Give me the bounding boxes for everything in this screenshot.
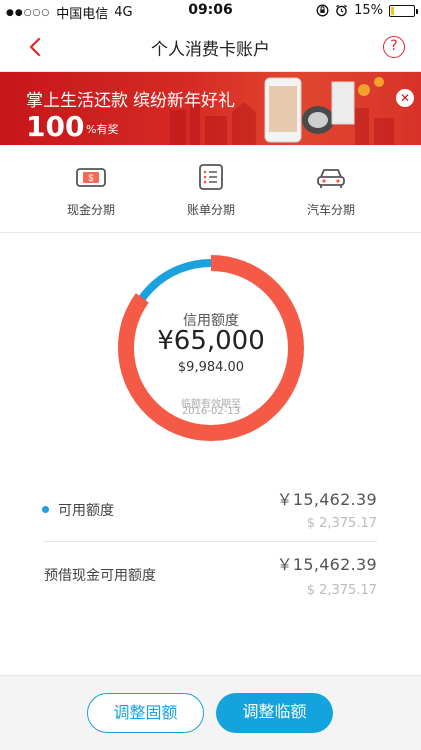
quick-menu-cash-installment[interactable]: $ 现金分期 (41, 163, 141, 218)
alarm-icon (336, 4, 347, 17)
quick-menu-label: 账单分期 (186, 203, 235, 217)
banner-headline-1: 掌上生活还款 (26, 91, 128, 111)
temporary-limit-amount: $9,984.00 (177, 360, 245, 375)
available-credit-row: 可用额度 ￥15,462.39 $ 2,375.17 (42, 480, 377, 540)
bill-icon (199, 164, 223, 190)
quick-menu-bill-installment[interactable]: 账单分期 (161, 163, 261, 218)
available-credit-dot (42, 506, 49, 513)
row-divider (44, 541, 377, 542)
available-credit-usd: $ 2,375.17 (306, 516, 377, 531)
credit-limit-amount: ¥65,000 (157, 326, 265, 356)
banner-prize-label: %有奖 (86, 123, 119, 136)
battery-percent: 15% (354, 3, 383, 18)
cash-advance-usd: $ 2,375.17 (306, 583, 377, 598)
banner-headline-2: 缤纷新年好礼 (133, 91, 235, 111)
quick-menu-car-installment[interactable]: 汽车分期 (281, 163, 381, 218)
temporary-limit-expiry-date: 2016-02-13 (181, 406, 241, 417)
adjust-temporary-limit-button[interactable]: 调整临额 (216, 693, 333, 733)
cash-icon: $ (76, 168, 106, 187)
page-title: 个人消费卡账户 (151, 40, 270, 60)
available-credit-value: ￥15,462.39 (276, 490, 377, 509)
cash-advance-row: 预借现金可用额度 ￥15,462.39 $ 2,375.17 (44, 545, 377, 605)
banner-close-icon[interactable]: ✕ (396, 89, 414, 107)
status-right: 15% (316, 3, 418, 18)
svg-text:$: $ (88, 173, 93, 183)
rotation-lock-icon (316, 4, 329, 17)
credit-ring: 信用额度 ¥65,000 $9,984.00 临额有效期至 2016-02-13 (111, 250, 311, 446)
cash-advance-value: ￥15,462.39 (276, 555, 377, 574)
available-credit-label: 可用额度 (58, 503, 114, 519)
nav-bar: 个人消费卡账户 ? (0, 22, 421, 72)
battery-level (391, 6, 394, 15)
status-bar: ●●○○○ 中国电信 4G 09:06 15% (0, 0, 421, 22)
quick-menu: $ 现金分期 账单分期 汽车分期 (0, 145, 421, 233)
help-icon[interactable]: ? (383, 36, 405, 58)
quick-menu-label: 现金分期 (66, 203, 115, 217)
bottom-action-bar: 调整固额 调整临额 (0, 675, 421, 750)
car-icon (317, 169, 345, 188)
promo-banner[interactable]: 掌上生活还款 缤纷新年好礼 100 %有奖 (0, 72, 421, 145)
adjust-fixed-limit-button[interactable]: 调整固额 (87, 693, 204, 733)
battery-icon (389, 4, 418, 17)
banner-number: 100 (26, 110, 85, 143)
cash-advance-label: 预借现金可用额度 (44, 568, 156, 584)
quick-menu-label: 汽车分期 (306, 203, 355, 217)
